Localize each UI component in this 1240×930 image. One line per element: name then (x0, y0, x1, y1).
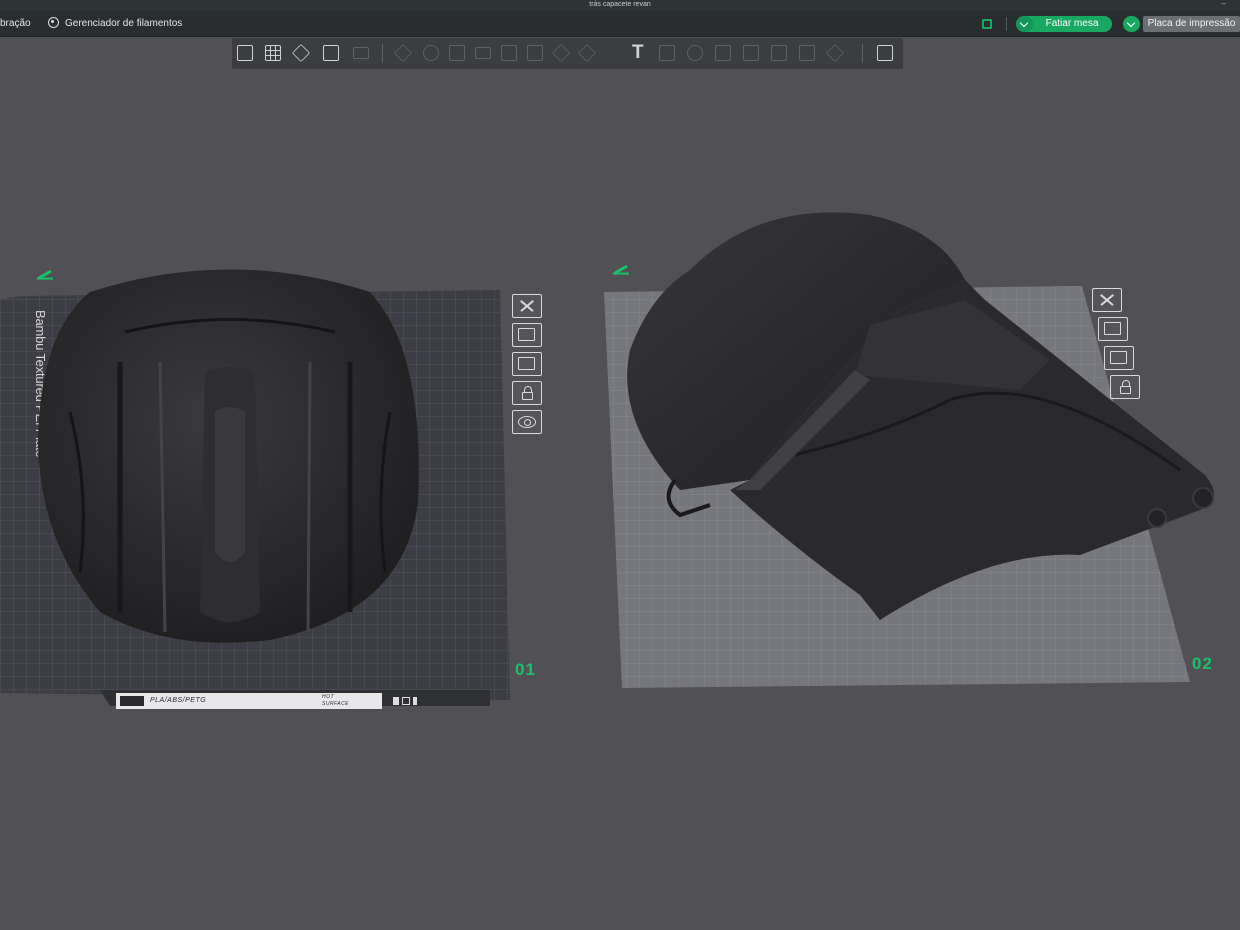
helmet-front-model[interactable] (620, 200, 1225, 630)
plate-01-arrange-button[interactable] (512, 352, 542, 376)
minimize-icon[interactable]: – (1221, 0, 1226, 8)
assembly-icon[interactable] (712, 42, 734, 64)
footer-mark (413, 697, 417, 705)
variable-layer-shape (799, 45, 815, 61)
rotate-icon[interactable] (420, 42, 442, 64)
layout-icon[interactable] (320, 42, 342, 64)
print-plate-label: Placa de impressão (1143, 16, 1240, 32)
slice-plate-label: Fatiar mesa (1045, 18, 1099, 29)
export-icon[interactable] (874, 42, 896, 64)
mesh-repair-icon[interactable] (740, 42, 762, 64)
export-shape (877, 45, 893, 61)
plate-01-orient-button[interactable] (512, 323, 542, 347)
text-icon[interactable]: T (628, 42, 650, 64)
plate-01-preview-button[interactable] (512, 410, 542, 434)
rotate-shape (423, 45, 439, 61)
footer-mark (393, 697, 399, 705)
layout-shape (323, 45, 339, 61)
add-cube-shape (237, 45, 253, 61)
toolbar-separator (382, 44, 383, 63)
plate-01-lock-button[interactable] (512, 381, 542, 405)
plate-01-footer-warning: HOT SURFACE (322, 694, 350, 707)
eye-icon (518, 416, 536, 428)
color-paint-shape (577, 43, 597, 63)
arrange-grid-shape (265, 45, 281, 61)
footer-mark (402, 697, 410, 705)
brush-icon[interactable] (824, 42, 846, 64)
add-cube-icon[interactable] (234, 42, 256, 64)
support-paint-icon[interactable] (524, 42, 546, 64)
print-dropdown-icon[interactable] (1123, 16, 1140, 32)
face-select-shape (771, 45, 787, 61)
window-title: trás capacete revan (589, 1, 651, 8)
arrange-grid-icon[interactable] (262, 42, 284, 64)
face-select-icon[interactable] (768, 42, 790, 64)
print-plate-button[interactable]: Placa de impressão (1123, 16, 1240, 32)
menu-bar: bração Gerenciador de filamentos Fatiar … (0, 11, 1240, 37)
support-paint-shape (527, 45, 543, 61)
object-toolbar: T (232, 38, 903, 69)
plate-01-footer-marks (390, 693, 420, 709)
boolean-shape (659, 45, 675, 61)
plate-01-delete-button[interactable] (512, 294, 542, 318)
orient-plate-icon (518, 328, 535, 341)
orient-shape (291, 43, 311, 63)
plate-01-footer-materials: PLA/ABS/PETG (150, 697, 207, 704)
mesh-repair-shape (743, 45, 759, 61)
plate-01-footer: PLA/ABS/PETG HOT SURFACE (116, 693, 382, 709)
app-window: trás capacete revan – bração Gerenciador… (0, 0, 1240, 930)
split-icon[interactable] (350, 42, 372, 64)
toolbar-separator (862, 44, 863, 63)
menu-calibration[interactable]: bração (0, 11, 31, 37)
variable-layer-icon[interactable] (796, 42, 818, 64)
slice-dropdown-icon[interactable] (1016, 16, 1033, 32)
brush-shape (825, 43, 845, 63)
boolean-icon[interactable] (656, 42, 678, 64)
title-bar: trás capacete revan – (0, 0, 1240, 11)
scale-shape (449, 45, 465, 61)
plate-01-footer-icons (120, 696, 144, 706)
measure-shape (687, 45, 703, 61)
text-glyph: T (632, 42, 644, 63)
seam-paint-icon[interactable] (550, 42, 572, 64)
seam-paint-shape (551, 43, 571, 63)
scale-icon[interactable] (446, 42, 468, 64)
slice-plate-button[interactable]: Fatiar mesa (1016, 16, 1112, 32)
measure-icon[interactable] (684, 42, 706, 64)
color-paint-icon[interactable] (576, 42, 598, 64)
unlock-icon (522, 386, 533, 400)
menu-filament-manager[interactable]: Gerenciador de filamentos (48, 11, 182, 37)
filament-manager-icon (48, 17, 59, 28)
filament-manager-label: Gerenciador de filamentos (65, 18, 183, 29)
cut-icon[interactable] (498, 42, 520, 64)
plate-01-number: 01 (515, 660, 536, 679)
plate-view-icon[interactable] (982, 19, 992, 29)
lay-on-face-shape (475, 47, 491, 59)
move-shape (393, 43, 413, 63)
plate-01[interactable]: Bambu Textured PEI Plate 01 PLA/ABS/PETG… (0, 260, 560, 720)
plate-02[interactable]: 02 (600, 212, 1240, 700)
cut-shape (501, 45, 517, 61)
menu-separator (1006, 17, 1007, 31)
arrange-plate-icon (518, 357, 535, 370)
assembly-shape (715, 45, 731, 61)
helmet-back-model[interactable] (30, 252, 430, 662)
orient-icon[interactable] (290, 42, 312, 64)
split-shape (353, 47, 369, 59)
move-icon[interactable] (392, 42, 414, 64)
lay-on-face-icon[interactable] (472, 42, 494, 64)
plate-02-number: 02 (1192, 654, 1213, 673)
